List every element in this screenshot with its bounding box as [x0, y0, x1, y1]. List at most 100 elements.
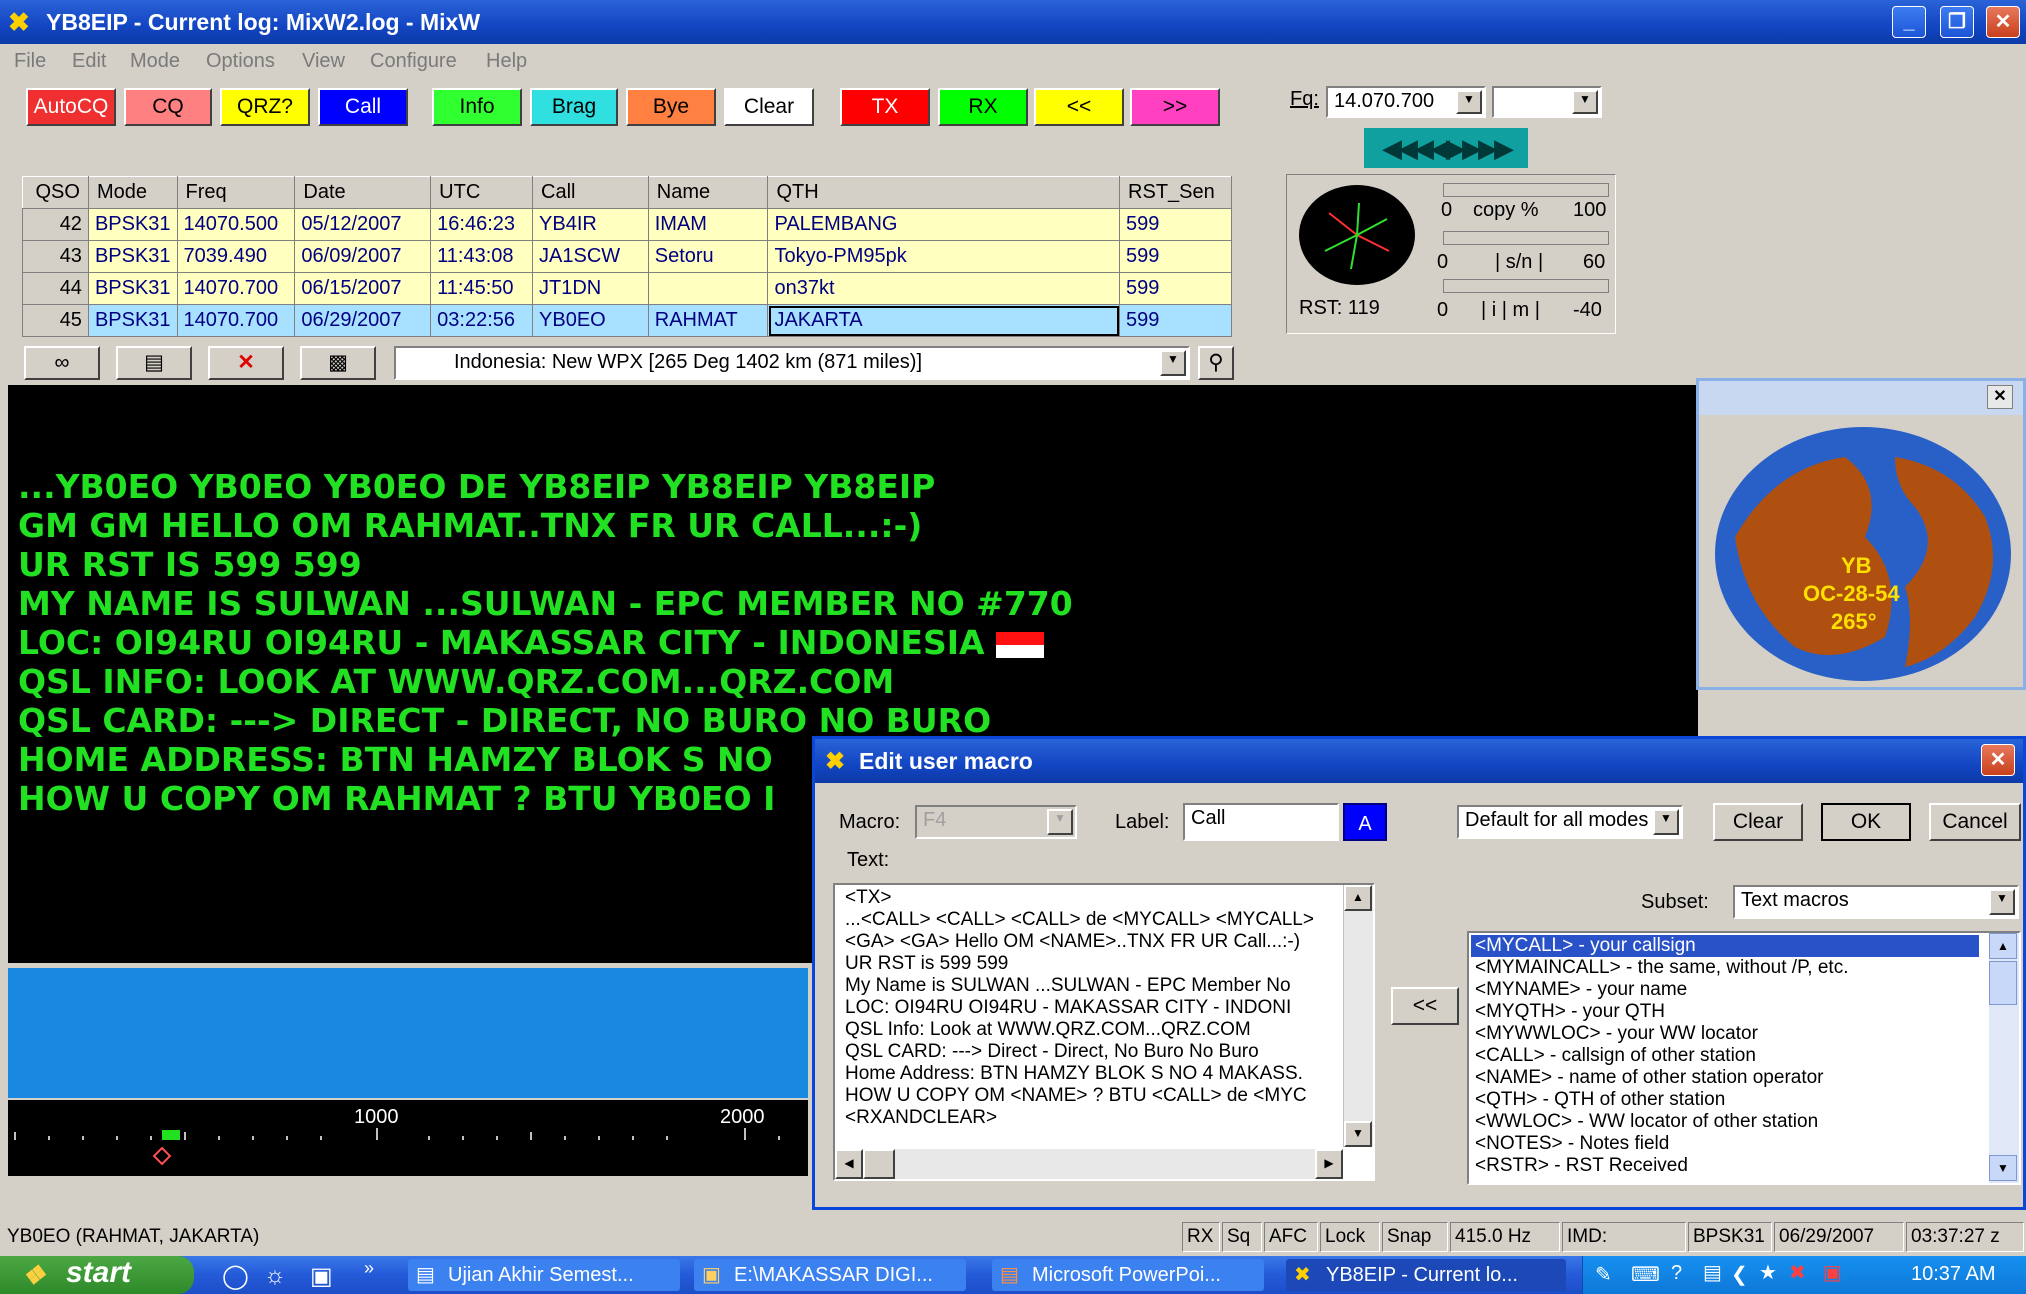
menu-view[interactable]: View	[302, 50, 345, 73]
dialog-close-button[interactable]: ✕	[1981, 744, 2015, 776]
table-row-selected[interactable]: 45 BPSK31 14070.700 06/29/2007 03:22:56 …	[22, 304, 1232, 337]
desktop-quicklaunch-icon[interactable]: ▣	[310, 1262, 333, 1291]
scroll-down-icon[interactable]: ▼	[1344, 1121, 1372, 1147]
brag-button[interactable]: Brag	[530, 88, 618, 126]
frequency-scale[interactable]: 1000 2000	[8, 1100, 808, 1176]
tray-security-icon[interactable]: ▣	[1823, 1260, 1842, 1285]
map-close-icon[interactable]: ✕	[1987, 385, 2013, 409]
tray-tool-icon[interactable]: ✎	[1595, 1262, 1612, 1287]
text-vertical-scrollbar[interactable]: ▲ ▼	[1343, 885, 1373, 1147]
chevron-down-icon[interactable]: ▼	[1653, 809, 1679, 835]
tray-network-icon[interactable]: ▤	[1703, 1260, 1722, 1285]
rx-button[interactable]: RX	[938, 88, 1028, 126]
list-item[interactable]: <MYNAME> - your name	[1475, 979, 1687, 1001]
scroll-right-icon[interactable]: ▶	[1315, 1149, 1343, 1179]
menu-file[interactable]: File	[14, 50, 46, 73]
menu-options[interactable]: Options	[206, 50, 275, 73]
search-icon[interactable]: ⚲	[1198, 346, 1234, 380]
list-item[interactable]: <MYMAINCALL> - the same, without /P, etc…	[1475, 957, 1848, 979]
tray-help-icon[interactable]: ?	[1671, 1262, 1682, 1285]
tray-app-icon[interactable]: ★	[1759, 1260, 1777, 1285]
tray-expand-icon[interactable]: ❮	[1731, 1262, 1748, 1287]
prev-macros-button[interactable]: <<	[1034, 88, 1124, 126]
start-button[interactable]: ❖ start	[0, 1256, 194, 1294]
mode-select[interactable]: Default for all modes ▼	[1457, 805, 1683, 839]
ok-button[interactable]: OK	[1821, 803, 1911, 841]
cq-button[interactable]: CQ	[124, 88, 212, 126]
status-mode[interactable]: BPSK31	[1688, 1222, 1772, 1252]
status-rx[interactable]: RX	[1182, 1222, 1220, 1252]
list-item[interactable]: <QTH> - QTH of other station	[1475, 1089, 1725, 1111]
macro-variable-list[interactable]: <MYCALL> - your callsign <MYMAINCALL> - …	[1467, 931, 2021, 1185]
call-button[interactable]: Call	[318, 88, 408, 126]
chevron-down-icon[interactable]: ▼	[1572, 90, 1598, 114]
list-item[interactable]: <RSTR> - RST Received	[1475, 1155, 1688, 1177]
save-icon[interactable]: ▩	[300, 346, 376, 380]
label-input[interactable]: Call	[1183, 803, 1339, 841]
col-qso[interactable]: QSO	[22, 176, 89, 209]
status-squelch[interactable]: Sq	[1222, 1222, 1262, 1252]
status-afc[interactable]: AFC	[1264, 1222, 1318, 1252]
scroll-down-icon[interactable]: ▼	[1989, 1155, 2017, 1181]
autocq-button[interactable]: AutoCQ	[26, 88, 116, 126]
restore-button[interactable]: ❐	[1940, 6, 1974, 38]
list-item[interactable]: <NAME> - name of other station operator	[1475, 1067, 1824, 1089]
waterfall-display[interactable]	[8, 968, 808, 1098]
scroll-thumb[interactable]	[1989, 961, 2017, 1005]
band-select[interactable]: ▼	[1492, 86, 1602, 118]
list-item[interactable]: <MYWWLOC> - your WW locator	[1475, 1023, 1758, 1045]
status-lock[interactable]: Lock	[1320, 1222, 1380, 1252]
menu-mode[interactable]: Mode	[130, 50, 180, 73]
minimize-button[interactable]: _	[1892, 6, 1926, 38]
table-row[interactable]: 43 BPSK31 7039.490 06/09/2007 11:43:08 J…	[22, 240, 1232, 273]
list-item[interactable]: <CALL> - callsign of other station	[1475, 1045, 1756, 1067]
col-call[interactable]: Call	[532, 176, 649, 209]
scroll-thumb[interactable]	[863, 1149, 895, 1179]
scroll-up-icon[interactable]: ▲	[1989, 933, 2017, 959]
list-item-selected[interactable]: <MYCALL> - your callsign	[1471, 935, 1979, 957]
browser-quicklaunch-icon[interactable]: ☼	[264, 1262, 286, 1290]
chevron-down-icon[interactable]: ▼	[1456, 90, 1482, 114]
list-item[interactable]: <WWLOC> - WW locator of other station	[1475, 1111, 1818, 1133]
col-qth[interactable]: QTH	[767, 176, 1121, 209]
qrz-button[interactable]: QRZ?	[220, 88, 310, 126]
more-quicklaunch-icon[interactable]: »	[364, 1258, 374, 1279]
list-item[interactable]: <MYQTH> - your QTH	[1475, 1001, 1665, 1023]
label-color-button[interactable]: A	[1343, 803, 1387, 841]
tray-keyboard-icon[interactable]: ⌨	[1631, 1262, 1660, 1287]
tray-antivirus-icon[interactable]: ✖	[1789, 1260, 1806, 1285]
binoculars-icon[interactable]: ∞	[24, 346, 100, 380]
next-macros-button[interactable]: >>	[1130, 88, 1220, 126]
task-mixw[interactable]: ✖ YB8EIP - Current lo...	[1286, 1259, 1566, 1291]
chevron-down-icon[interactable]: ▼	[1989, 889, 2015, 915]
frequency-select[interactable]: 14.070.700 ▼	[1326, 86, 1486, 118]
cell-qth[interactable]: JAKARTA	[767, 304, 1121, 337]
subset-select[interactable]: Text macros ▼	[1733, 885, 2019, 919]
col-name[interactable]: Name	[647, 176, 769, 209]
log-details-icon[interactable]: ▤	[116, 346, 192, 380]
cancel-button[interactable]: Cancel	[1929, 803, 2021, 841]
col-date[interactable]: Date	[294, 176, 432, 209]
text-horizontal-scrollbar[interactable]: ◀ ▶	[835, 1149, 1343, 1179]
scroll-left-icon[interactable]: ◀	[835, 1149, 863, 1179]
lookup-field[interactable]: Indonesia: New WPX [265 Deg 1402 km (871…	[394, 346, 1190, 380]
list-item[interactable]: <NOTES> - Notes field	[1475, 1133, 1669, 1155]
clear-button[interactable]: Clear	[724, 88, 814, 126]
table-row[interactable]: 44 BPSK31 14070.700 06/15/2007 11:45:50 …	[22, 272, 1232, 305]
tx-button[interactable]: TX	[840, 88, 930, 126]
insert-macro-button[interactable]: <<	[1391, 987, 1459, 1025]
menu-edit[interactable]: Edit	[72, 50, 106, 73]
delete-icon[interactable]: ✕	[208, 346, 284, 380]
col-freq[interactable]: Freq	[176, 176, 296, 209]
info-button[interactable]: Info	[432, 88, 522, 126]
task-explorer[interactable]: ▣ E:\MAKASSAR DIGI...	[694, 1259, 966, 1291]
scroll-up-icon[interactable]: ▲	[1344, 885, 1372, 911]
task-word[interactable]: ▤ Ujian Akhir Semest...	[408, 1259, 680, 1291]
tune-arrows-control[interactable]: ◀◀◀◀▶▶▶▶	[1364, 128, 1528, 168]
menu-help[interactable]: Help	[486, 50, 527, 73]
table-row[interactable]: 42 BPSK31 14070.500 05/12/2007 16:46:23 …	[22, 208, 1232, 241]
bye-button[interactable]: Bye	[626, 88, 716, 126]
status-snap[interactable]: Snap	[1382, 1222, 1448, 1252]
col-rst-sent[interactable]: RST_Sen	[1119, 176, 1232, 209]
col-utc[interactable]: UTC	[430, 176, 534, 209]
